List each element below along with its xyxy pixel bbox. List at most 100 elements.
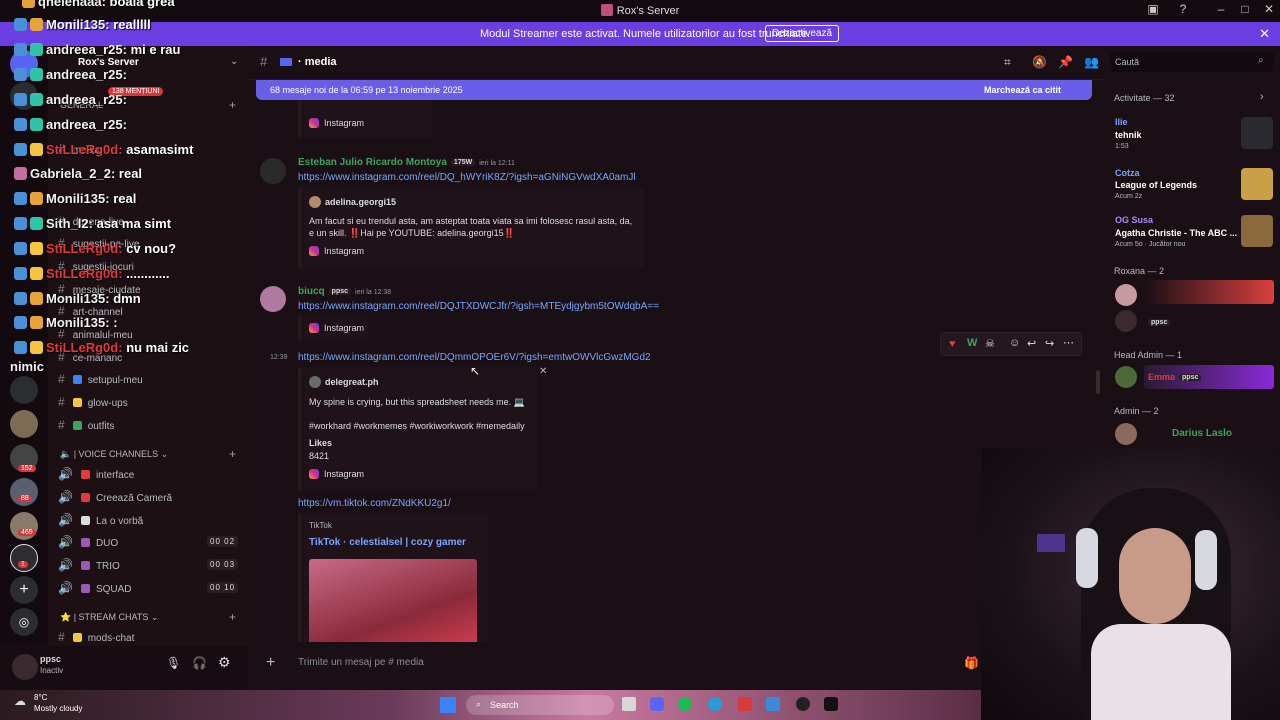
channel-setupul-meu[interactable]: # setupul-meu <box>58 372 143 386</box>
overlay-message: StiLLeRg0d: ............ <box>14 266 170 281</box>
gear-icon[interactable]: ⚙ <box>218 654 231 671</box>
weather-temp[interactable]: 8°C <box>34 693 47 702</box>
microphone-icon[interactable]: 🎙 <box>166 656 181 670</box>
maximize-button[interactable]: □ <box>1234 2 1256 16</box>
discord-icon[interactable] <box>650 697 664 711</box>
avatar[interactable] <box>260 158 286 184</box>
member-tag[interactable]: ppsc <box>1144 317 1171 327</box>
embed-author[interactable]: delegreat.ph <box>309 376 379 388</box>
message-link[interactable]: https://www.instagram.com/reel/DQ_hWYriK… <box>298 172 636 183</box>
monitor-icon <box>280 58 292 66</box>
message-link[interactable]: https://vm.tiktok.com/ZNdKKU2g1/ <box>298 498 451 509</box>
activity-user[interactable]: Ilie <box>1115 117 1128 127</box>
close-window-button[interactable]: ✕ <box>1258 2 1280 16</box>
voice-channel-create[interactable]: 🔊 Creează Cameră <box>58 490 172 504</box>
remove-embed-icon[interactable]: ✕ <box>539 366 547 377</box>
channel-outfits[interactable]: # outfits <box>58 418 114 432</box>
pin-icon[interactable]: 📌 <box>1058 55 1073 69</box>
add-server-icon[interactable]: + <box>10 576 38 604</box>
video-thumbnail[interactable] <box>309 559 477 642</box>
voice-channel-duo[interactable]: 🔊 DUO <box>58 535 118 549</box>
close-icon[interactable]: ✕ <box>1259 26 1270 42</box>
minimize-button[interactable]: – <box>1210 2 1232 16</box>
member-list-icon[interactable]: 👥 <box>1084 55 1099 69</box>
embed-author[interactable]: adelina.georgi15 <box>309 196 396 208</box>
avatar[interactable] <box>1115 284 1137 306</box>
member-name[interactable]: Darius Laslo <box>1172 428 1232 439</box>
search-input[interactable]: Caută ⌕ <box>1110 52 1274 72</box>
disable-streamer-button[interactable]: Dezactivează <box>765 25 840 42</box>
more-options-icon[interactable]: ⋯ <box>1063 336 1074 349</box>
inbox-icon[interactable]: ▣ <box>1142 2 1164 16</box>
activity-game: Agatha Christie - The ABC ... <box>1115 228 1238 238</box>
message-link[interactable]: https://www.instagram.com/reel/DQJTXDWCJ… <box>298 301 659 312</box>
tiktok-icon[interactable] <box>824 697 838 711</box>
search-icon: ⌕ <box>1258 55 1264 66</box>
add-channel-icon[interactable]: + <box>229 98 236 112</box>
message-composer[interactable]: + Trimite un mesaj pe # media 🎁 <box>256 648 986 678</box>
gift-icon[interactable]: 🎁 <box>964 656 979 670</box>
discover-icon[interactable]: ◎ <box>10 608 38 636</box>
w-reaction-icon[interactable]: W <box>967 337 977 349</box>
avatar[interactable] <box>1115 310 1137 332</box>
spotify-icon[interactable] <box>678 697 692 711</box>
avatar[interactable] <box>1115 366 1137 388</box>
message-input[interactable]: Trimite un mesaj pe # media <box>298 657 424 668</box>
voice-channel-trio[interactable]: 🔊 TRIO <box>58 558 120 572</box>
mark-read-button[interactable]: Marchează ca citit <box>984 85 1061 95</box>
add-attachment-icon[interactable]: + <box>266 654 275 672</box>
avatar[interactable] <box>12 654 38 680</box>
threads-icon[interactable]: ⌗ <box>1004 55 1011 70</box>
edge-icon[interactable] <box>708 697 722 711</box>
add-channel-icon[interactable]: + <box>229 610 236 624</box>
skull-reaction-icon[interactable]: ☠ <box>985 337 995 350</box>
help-icon[interactable]: ? <box>1172 2 1194 16</box>
add-reaction-icon[interactable]: ☺ <box>1009 337 1020 349</box>
voice-channel-la-o-vorba[interactable]: 🔊 La o vorbă <box>58 513 143 527</box>
avatar[interactable] <box>1115 423 1137 445</box>
message-link[interactable]: https://www.instagram.com/reel/DQmmOPOEr… <box>298 352 651 363</box>
member-name[interactable]: Emma ppsc <box>1148 372 1202 382</box>
new-messages-bar[interactable]: 68 mesaje noi de la 06:59 pe 13 noiembri… <box>256 80 1092 100</box>
voice-channel-squad[interactable]: 🔊 SQUAD <box>58 581 132 595</box>
activity-user[interactable]: Cotza <box>1115 168 1140 178</box>
app-icon[interactable] <box>766 697 780 711</box>
activity-user[interactable]: OG Susa <box>1115 215 1153 225</box>
channel-glow-ups[interactable]: # glow-ups <box>58 395 128 409</box>
category-voice[interactable]: 🔈 | VOICE CHANNELS ⌄ <box>60 449 168 460</box>
channel-mods-chat[interactable]: # mods-chat <box>58 630 134 644</box>
activity-thumbnail[interactable] <box>1241 215 1273 247</box>
badge-icon <box>30 118 43 131</box>
server-icon[interactable] <box>10 376 38 404</box>
reply-icon[interactable]: ↩ <box>1027 337 1036 350</box>
overlay-message: qhelenaaa: boala grea <box>22 0 175 9</box>
gamepad-icon <box>80 538 90 547</box>
crown-icon <box>30 18 43 31</box>
overlay-message: andreea_r25: mi e rau <box>14 42 180 57</box>
notification-bell-icon[interactable]: 🔕 <box>1032 55 1047 69</box>
taskbar-search[interactable]: ⌕ Search <box>466 695 614 715</box>
category-stream-chats[interactable]: ⭐ | STREAM CHATS ⌄ <box>60 612 158 623</box>
headphones-icon[interactable]: 🎧 <box>192 656 207 670</box>
scrollbar-thumb[interactable] <box>1096 370 1100 394</box>
forward-icon[interactable]: ↪ <box>1045 337 1054 350</box>
message-author[interactable]: biucq ppsc ieri la 12:38 <box>298 286 391 297</box>
activity-thumbnail[interactable] <box>1241 117 1273 149</box>
embed-title[interactable]: TikTok · celestialsel | cozy gamer <box>309 537 466 548</box>
avatar[interactable] <box>260 286 286 312</box>
task-view-icon[interactable] <box>622 697 636 711</box>
message-author[interactable]: Esteban Julio Ricardo Montoya 175W ieri la… <box>298 157 515 168</box>
badge-icon <box>14 192 27 205</box>
shirt-icon <box>72 421 82 430</box>
league-of-legends-icon[interactable] <box>1241 168 1273 200</box>
app-icon[interactable] <box>796 697 810 711</box>
start-icon[interactable] <box>440 697 456 713</box>
username: ppsc <box>40 654 62 664</box>
server-icon[interactable] <box>10 410 38 438</box>
heart-reaction-icon[interactable]: ♥ <box>949 338 956 350</box>
voice-channel-interface[interactable]: 🔊 interface <box>58 467 134 481</box>
add-channel-icon[interactable]: + <box>229 447 236 461</box>
chevron-down-icon[interactable]: ⌄ <box>230 56 238 67</box>
chevron-right-icon[interactable]: › <box>1260 91 1264 103</box>
app-icon[interactable] <box>738 697 752 711</box>
